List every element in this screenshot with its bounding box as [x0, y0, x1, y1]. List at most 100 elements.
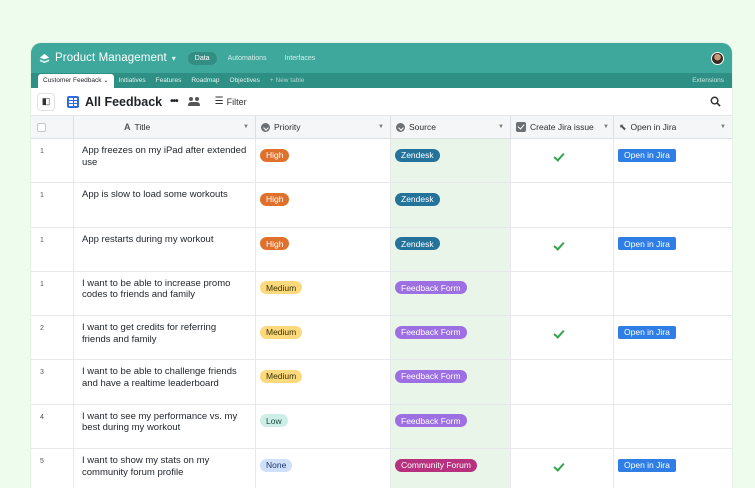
priority-cell[interactable]: Low	[256, 404, 391, 449]
checkmark-icon[interactable]	[553, 327, 565, 339]
source-pill: Zendesk	[395, 148, 440, 162]
title-cell[interactable]: I want to show my stats on my community …	[74, 449, 256, 488]
title-cell[interactable]: I want to be able to increase promo code…	[74, 271, 256, 316]
priority-cell[interactable]: High	[256, 183, 391, 227]
grid-body: 1 App freezes on my iPad after extended u…	[31, 139, 732, 488]
row-number: 5	[31, 449, 74, 488]
people-icon[interactable]	[187, 96, 201, 107]
filter-icon[interactable]: ☰	[215, 96, 224, 107]
source-cell[interactable]: Zendesk	[391, 139, 511, 183]
checkmark-icon[interactable]	[553, 150, 565, 162]
tab-objectives[interactable]: Objectives	[225, 74, 265, 88]
row-number: 3	[31, 360, 74, 404]
source-cell[interactable]: Community Forum	[391, 449, 511, 488]
chevron-down-icon[interactable]: ▼	[498, 124, 504, 130]
more-options-icon[interactable]: •••	[170, 96, 178, 107]
source-cell[interactable]: Feedback Form	[391, 271, 511, 316]
column-header-create-jira[interactable]: Create Jira issue ▼	[511, 116, 614, 138]
table-row[interactable]: 3I want to be able to challenge friends …	[31, 360, 732, 405]
title-cell[interactable]: App freezes on my iPad after extended us…	[74, 139, 256, 183]
column-header-priority[interactable]: Priority ▼	[256, 116, 391, 138]
nav-interfaces[interactable]: Interfaces	[278, 52, 323, 65]
column-header-open-jira[interactable]: ⬉ Open in Jira ▼	[614, 116, 732, 138]
table-row[interactable]: 2I want to get credits for referring fri…	[31, 316, 732, 361]
table-tabs: Customer Feedback ⌄ Initiatives Features …	[31, 73, 732, 88]
table-row[interactable]: 4I want to see my performance vs. my bes…	[31, 404, 732, 450]
chevron-down-icon[interactable]: ▼	[378, 124, 384, 130]
avatar[interactable]	[711, 52, 724, 65]
single-select-icon	[396, 122, 405, 132]
checkbox-field-icon	[516, 122, 526, 132]
column-label: Source	[409, 122, 436, 132]
source-cell[interactable]: Zendesk	[391, 227, 511, 271]
grid-view-icon	[67, 95, 79, 108]
open-in-jira-button[interactable]: Open in Jira	[618, 458, 676, 472]
create-jira-cell[interactable]	[511, 360, 614, 404]
tab-initiatives[interactable]: Initiatives	[114, 74, 151, 88]
checkmark-icon[interactable]	[553, 460, 565, 472]
source-cell[interactable]: Feedback Form	[391, 316, 511, 360]
create-jira-cell[interactable]	[511, 449, 614, 488]
title-cell[interactable]: I want to get credits for referring frie…	[74, 316, 256, 360]
create-jira-cell[interactable]	[511, 183, 614, 227]
create-jira-cell[interactable]	[511, 139, 614, 183]
title-cell[interactable]: App restarts during my workout	[74, 227, 256, 271]
chevron-down-icon[interactable]: ▾	[172, 54, 176, 63]
checkmark-icon[interactable]	[553, 238, 565, 251]
priority-pill: Low	[260, 414, 288, 428]
new-table-button[interactable]: + New table	[265, 74, 310, 88]
tab-features[interactable]: Features	[151, 74, 187, 88]
create-jira-cell[interactable]	[511, 316, 614, 360]
table-row[interactable]: 1 App is slow to load some workouts High Ze…	[31, 183, 732, 228]
open-in-jira-button[interactable]: Open in Jira	[618, 148, 676, 162]
title-cell[interactable]: I want to be able to challenge friends a…	[74, 360, 256, 404]
table-row[interactable]: 1 App freezes on my iPad after extended u…	[31, 139, 732, 184]
extensions-button[interactable]: Extensions	[692, 73, 724, 88]
priority-pill: Medium	[260, 325, 303, 339]
priority-cell[interactable]: Medium	[256, 316, 391, 360]
table-row[interactable]: 1 App restarts during my workout High Zende…	[31, 227, 732, 272]
create-jira-cell[interactable]	[511, 271, 614, 316]
priority-cell[interactable]: High	[256, 227, 391, 271]
row-number: 4	[31, 404, 74, 449]
tab-customer-feedback[interactable]: Customer Feedback ⌄	[38, 74, 114, 88]
chevron-down-icon[interactable]: ▼	[243, 124, 249, 130]
title-cell[interactable]: I want to see my performance vs. my best…	[74, 404, 256, 449]
sidebar-toggle-button[interactable]: ◧	[37, 92, 55, 111]
open-jira-cell: Open in Jira	[614, 316, 732, 359]
table-row[interactable]: 1I want to be able to increase promo cod…	[31, 271, 732, 317]
chevron-down-icon[interactable]: ▼	[603, 124, 609, 130]
column-header-source[interactable]: Source ▼	[391, 116, 511, 138]
base-title[interactable]: Product Management	[55, 52, 167, 64]
priority-cell[interactable]: Medium	[256, 360, 391, 404]
column-label: Open in Jira	[630, 122, 677, 132]
column-header-title[interactable]: A Title ▼	[74, 116, 256, 138]
create-jira-cell[interactable]	[511, 404, 614, 449]
priority-cell[interactable]: None	[256, 449, 391, 488]
chevron-down-icon: ⌄	[103, 78, 109, 84]
nav-data[interactable]: Data	[187, 51, 217, 65]
search-icon[interactable]	[710, 96, 721, 107]
title-cell[interactable]: App is slow to load some workouts	[74, 183, 256, 227]
source-pill: Feedback Form	[395, 369, 467, 383]
source-cell[interactable]: Zendesk	[391, 183, 511, 227]
filter-button[interactable]: Filter	[227, 97, 247, 107]
priority-cell[interactable]: Medium	[256, 271, 391, 316]
single-select-icon	[261, 122, 270, 132]
table-row[interactable]: 5I want to show my stats on my community…	[31, 449, 732, 488]
source-pill: Zendesk	[395, 192, 440, 206]
priority-cell[interactable]: High	[256, 139, 391, 183]
source-cell[interactable]: Feedback Form	[391, 360, 511, 404]
source-cell[interactable]: Feedback Form	[391, 404, 511, 449]
view-title[interactable]: All Feedback	[85, 95, 162, 109]
tab-roadmap[interactable]: Roadmap	[186, 74, 224, 88]
open-in-jira-button[interactable]: Open in Jira	[618, 325, 676, 339]
nav-automations[interactable]: Automations	[221, 52, 274, 65]
chevron-down-icon[interactable]: ▼	[720, 124, 726, 130]
row-number: 1	[31, 139, 74, 183]
open-in-jira-button[interactable]: Open in Jira	[618, 237, 676, 251]
create-jira-cell[interactable]	[511, 227, 614, 271]
open-jira-cell	[614, 360, 732, 403]
select-all-checkbox[interactable]	[37, 122, 46, 132]
priority-pill: High	[260, 148, 290, 162]
